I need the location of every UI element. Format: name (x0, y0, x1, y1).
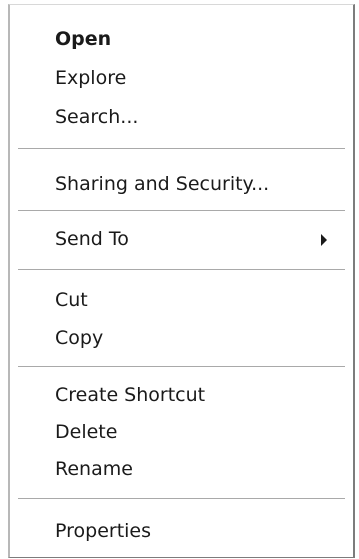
menu-separator (18, 498, 345, 500)
menu-item-sharing-and-security[interactable]: Sharing and Security... (55, 172, 269, 196)
menu-separator (18, 366, 345, 368)
menu-item-search[interactable]: Search... (55, 105, 138, 129)
menu-item-send-to[interactable]: Send To (55, 227, 129, 251)
context-menu: Open Explore Search... Sharing and Secur… (8, 4, 355, 558)
chevron-right-icon (321, 234, 327, 246)
menu-separator (18, 148, 345, 150)
menu-item-explore[interactable]: Explore (55, 66, 126, 90)
menu-separator (18, 210, 345, 212)
menu-item-rename[interactable]: Rename (55, 457, 133, 481)
menu-item-copy[interactable]: Copy (55, 326, 103, 350)
menu-separator (18, 269, 345, 271)
menu-item-cut[interactable]: Cut (55, 288, 88, 312)
menu-item-delete[interactable]: Delete (55, 420, 117, 444)
menu-item-properties[interactable]: Properties (55, 519, 151, 543)
menu-item-open[interactable]: Open (55, 27, 111, 51)
menu-item-create-shortcut[interactable]: Create Shortcut (55, 383, 205, 407)
